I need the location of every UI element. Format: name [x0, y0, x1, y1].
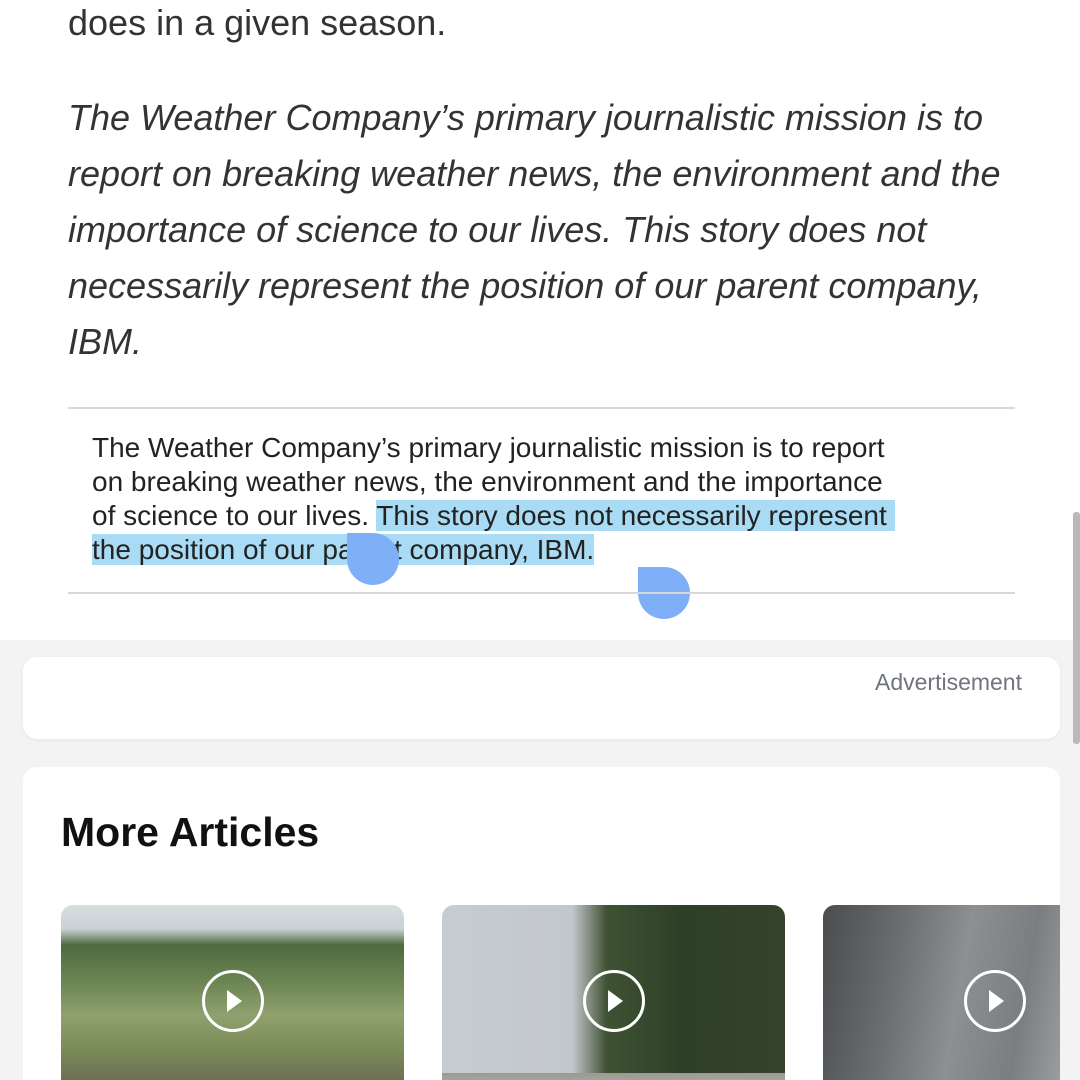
disclaimer-italic-line: importance of science to our lives. This… — [68, 209, 927, 250]
disclaimer-box-paragraph[interactable]: The Weather Company’s primary journalist… — [92, 431, 992, 567]
more-articles-title: More Articles — [61, 809, 320, 855]
disclaimer-italic-line: report on breaking weather news, the env… — [68, 153, 1001, 194]
disclaimer-italic-paragraph: The Weather Company’s primary journalist… — [68, 90, 1028, 370]
disclaimer-box-line: The Weather Company’s primary journalist… — [92, 432, 885, 463]
advertisement-label: Advertisement — [874, 669, 1022, 695]
more-articles-section: More Articles — [23, 767, 1060, 1080]
disclaimer-box-line: of science to our lives. This story does… — [92, 499, 992, 533]
unselected-text: of science to our lives. — [92, 500, 377, 531]
selection-start-handle[interactable] — [347, 533, 399, 585]
disclaimer-italic-line: The Weather Company’s primary journalist… — [68, 97, 983, 138]
divider-bottom — [68, 592, 1015, 594]
article-text-fragment: does in a given season. — [68, 2, 447, 43]
divider-top — [68, 407, 1015, 409]
selected-text[interactable]: This story does not necessarily represen… — [376, 500, 895, 531]
selected-text[interactable]: the position of our parent company, IBM. — [92, 534, 595, 565]
page: does in a given season. The Weather Comp… — [0, 0, 1080, 1080]
play-icon[interactable] — [582, 970, 645, 1032]
disclaimer-italic-line: IBM. — [68, 321, 143, 362]
play-icon[interactable] — [964, 970, 1026, 1032]
article-video-thumbnail[interactable] — [823, 905, 1060, 1080]
article-video-thumbnail[interactable] — [442, 905, 785, 1080]
article-video-thumbnail[interactable] — [61, 905, 404, 1080]
article-body: does in a given season. The Weather Comp… — [0, 0, 1080, 640]
disclaimer-box-line: the position of our parent company, IBM. — [92, 533, 992, 567]
advertisement-card: Advertisement — [23, 657, 1060, 739]
disclaimer-italic-line: necessarily represent the position of ou… — [68, 265, 982, 306]
play-icon[interactable] — [201, 970, 264, 1032]
page-scrollbar[interactable] — [1073, 512, 1080, 744]
disclaimer-box-line: on breaking weather news, the environmen… — [92, 466, 883, 497]
